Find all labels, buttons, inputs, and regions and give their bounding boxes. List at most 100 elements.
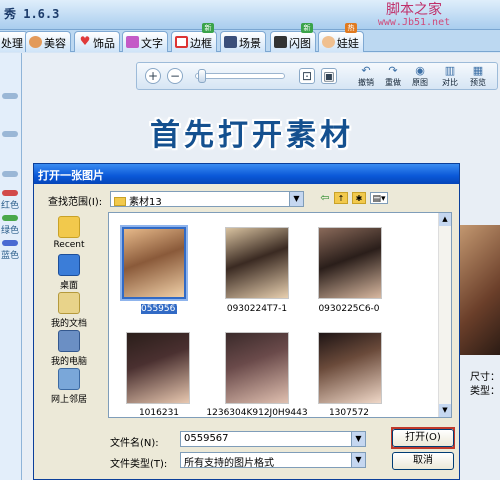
look-in-label: 查找范围(I): xyxy=(48,197,103,208)
doll-icon xyxy=(322,36,335,48)
filetype-value: 所有支持的图片格式 xyxy=(184,458,274,469)
place-recent[interactable]: Recent xyxy=(38,216,100,250)
watermark-text: 脚本之家 xyxy=(386,2,442,18)
preview-image xyxy=(457,225,500,355)
side-label-blue: 蓝色 xyxy=(1,251,20,261)
file-thumbnail[interactable] xyxy=(318,227,382,299)
scene-icon xyxy=(224,36,237,48)
file-thumbnail[interactable] xyxy=(225,227,289,299)
new-folder-icon[interactable]: ✱ xyxy=(352,192,366,204)
my-computer-icon xyxy=(58,330,80,352)
side-label-red: 红色 xyxy=(1,201,20,211)
look-in-select[interactable]: 素材13 ▼ xyxy=(110,191,304,208)
flash-icon xyxy=(274,36,287,48)
place-desktop[interactable]: 桌面 xyxy=(38,254,100,291)
app-title: 秀 1.6.3 xyxy=(4,7,60,21)
file-thumbnail[interactable] xyxy=(318,332,382,404)
open-button[interactable]: 打开(O) xyxy=(392,429,454,447)
side-label-green: 绿色 xyxy=(1,226,20,236)
frame-icon xyxy=(175,36,188,48)
tab-label: 文字 xyxy=(141,37,163,50)
place-my-computer[interactable]: 我的电脑 xyxy=(38,330,100,367)
zoom-out-button[interactable]: − xyxy=(167,68,183,84)
preview-button[interactable]: ▦ 预览 xyxy=(467,65,489,89)
tab-label: 处理 xyxy=(1,37,23,50)
zoom-slider[interactable] xyxy=(195,69,285,83)
recent-icon xyxy=(58,216,80,238)
my-documents-icon xyxy=(58,292,80,314)
undo-button[interactable]: ↶ 撤销 xyxy=(355,65,377,89)
file-name[interactable]: 0930225C6-0 xyxy=(307,304,391,314)
face-icon xyxy=(29,36,42,48)
side-handle[interactable] xyxy=(2,131,18,137)
tab-label: 场景 xyxy=(239,37,261,50)
tab-text[interactable]: 文字 xyxy=(122,31,168,52)
text-icon xyxy=(126,36,139,48)
tab-accessories[interactable]: ♥ 饰品 xyxy=(74,31,120,52)
tab-frame[interactable]: 边框 新 xyxy=(171,23,217,52)
file-thumbnail[interactable] xyxy=(126,332,190,404)
filetype-label: 文件类型(T): xyxy=(110,459,168,470)
file-name[interactable]: 1307572 xyxy=(307,408,391,418)
type-label: 类型： xyxy=(470,386,500,397)
tab-flash[interactable]: 闪图 新 xyxy=(270,23,316,52)
chevron-down-icon: ▼ xyxy=(351,453,365,467)
filename-input[interactable]: 0559567 ▼ xyxy=(180,431,366,447)
desktop-icon xyxy=(58,254,80,276)
size-label: 尺寸： xyxy=(470,372,500,383)
preview-icon: ▦ xyxy=(472,64,484,77)
look-in-value: 素材13 xyxy=(129,197,162,208)
filetype-select[interactable]: 所有支持的图片格式 ▼ xyxy=(180,452,366,469)
original-icon: ◉ xyxy=(415,64,425,77)
tab-label: 闪图 xyxy=(289,37,311,50)
file-list-scrollbar[interactable]: ▲ ▼ xyxy=(438,213,451,417)
tab-label: 美容 xyxy=(44,37,66,50)
red-swatch[interactable] xyxy=(2,190,18,196)
editor-toolbar: + − ⊡ ▣ ↶ 撤销 ↷ 重做 ◉ 原图 ▥ 对比 ▦ 预览 xyxy=(136,62,498,90)
cancel-button[interactable]: 取消 xyxy=(392,452,454,470)
up-folder-icon[interactable]: ↑ xyxy=(334,192,348,204)
file-name[interactable]: 1236304K912J0H9443 xyxy=(205,408,309,418)
compare-button[interactable]: ▥ 对比 xyxy=(439,65,461,89)
place-my-documents[interactable]: 我的文档 xyxy=(38,292,100,329)
chevron-down-icon: ▼ xyxy=(289,192,303,206)
redo-icon: ↷ xyxy=(388,64,398,77)
file-thumbnail[interactable] xyxy=(225,332,289,404)
network-icon xyxy=(58,368,80,390)
scroll-up-icon[interactable]: ▲ xyxy=(439,213,451,226)
tab-scene[interactable]: 场景 xyxy=(220,31,266,52)
tab-label: 边框 xyxy=(190,37,212,50)
redo-button[interactable]: ↷ 重做 xyxy=(382,65,404,89)
folder-icon xyxy=(114,197,126,206)
side-handle[interactable] xyxy=(2,93,18,99)
tab-label: 饰品 xyxy=(93,37,115,50)
new-badge: 新 xyxy=(202,23,214,33)
green-swatch[interactable] xyxy=(2,215,18,221)
fit-screen-icon[interactable]: ⊡ xyxy=(299,68,315,84)
left-panel: 红色 绿色 蓝色 xyxy=(0,53,22,480)
back-icon[interactable]: ⇦ xyxy=(318,192,332,204)
place-network[interactable]: 网上邻居 xyxy=(38,368,100,405)
scroll-down-icon[interactable]: ▼ xyxy=(439,404,451,417)
tab-doll[interactable]: 娃娃热 xyxy=(318,23,364,52)
new-badge: 新 xyxy=(301,23,313,33)
places-bar: Recent 桌面 我的文档 我的电脑 网上邻居 xyxy=(38,208,100,408)
tab-beauty[interactable]: 美容 xyxy=(25,31,71,52)
tutorial-headline: 首先打开素材 xyxy=(150,118,354,153)
compare-icon: ▥ xyxy=(444,64,456,77)
tab-label: 娃娃 xyxy=(337,37,359,50)
zoom-in-button[interactable]: + xyxy=(145,68,161,84)
file-name[interactable]: 1016231 xyxy=(117,408,201,418)
original-button[interactable]: ◉ 原图 xyxy=(409,65,431,89)
heart-icon: ♥ xyxy=(79,34,91,48)
file-thumbnail[interactable] xyxy=(120,225,188,301)
tab-process[interactable]: 处理 xyxy=(0,31,28,52)
actual-size-icon[interactable]: ▣ xyxy=(321,68,337,84)
zoom-slider-handle[interactable] xyxy=(198,69,206,83)
view-menu-icon[interactable]: ▤▾ xyxy=(370,192,388,204)
blue-swatch[interactable] xyxy=(2,240,18,246)
side-handle[interactable] xyxy=(2,171,18,177)
file-name[interactable]: 0930224T7-1 xyxy=(215,304,299,314)
file-name[interactable]: 0559567 xyxy=(141,304,181,314)
dialog-title: 打开一张图片 xyxy=(34,164,459,184)
